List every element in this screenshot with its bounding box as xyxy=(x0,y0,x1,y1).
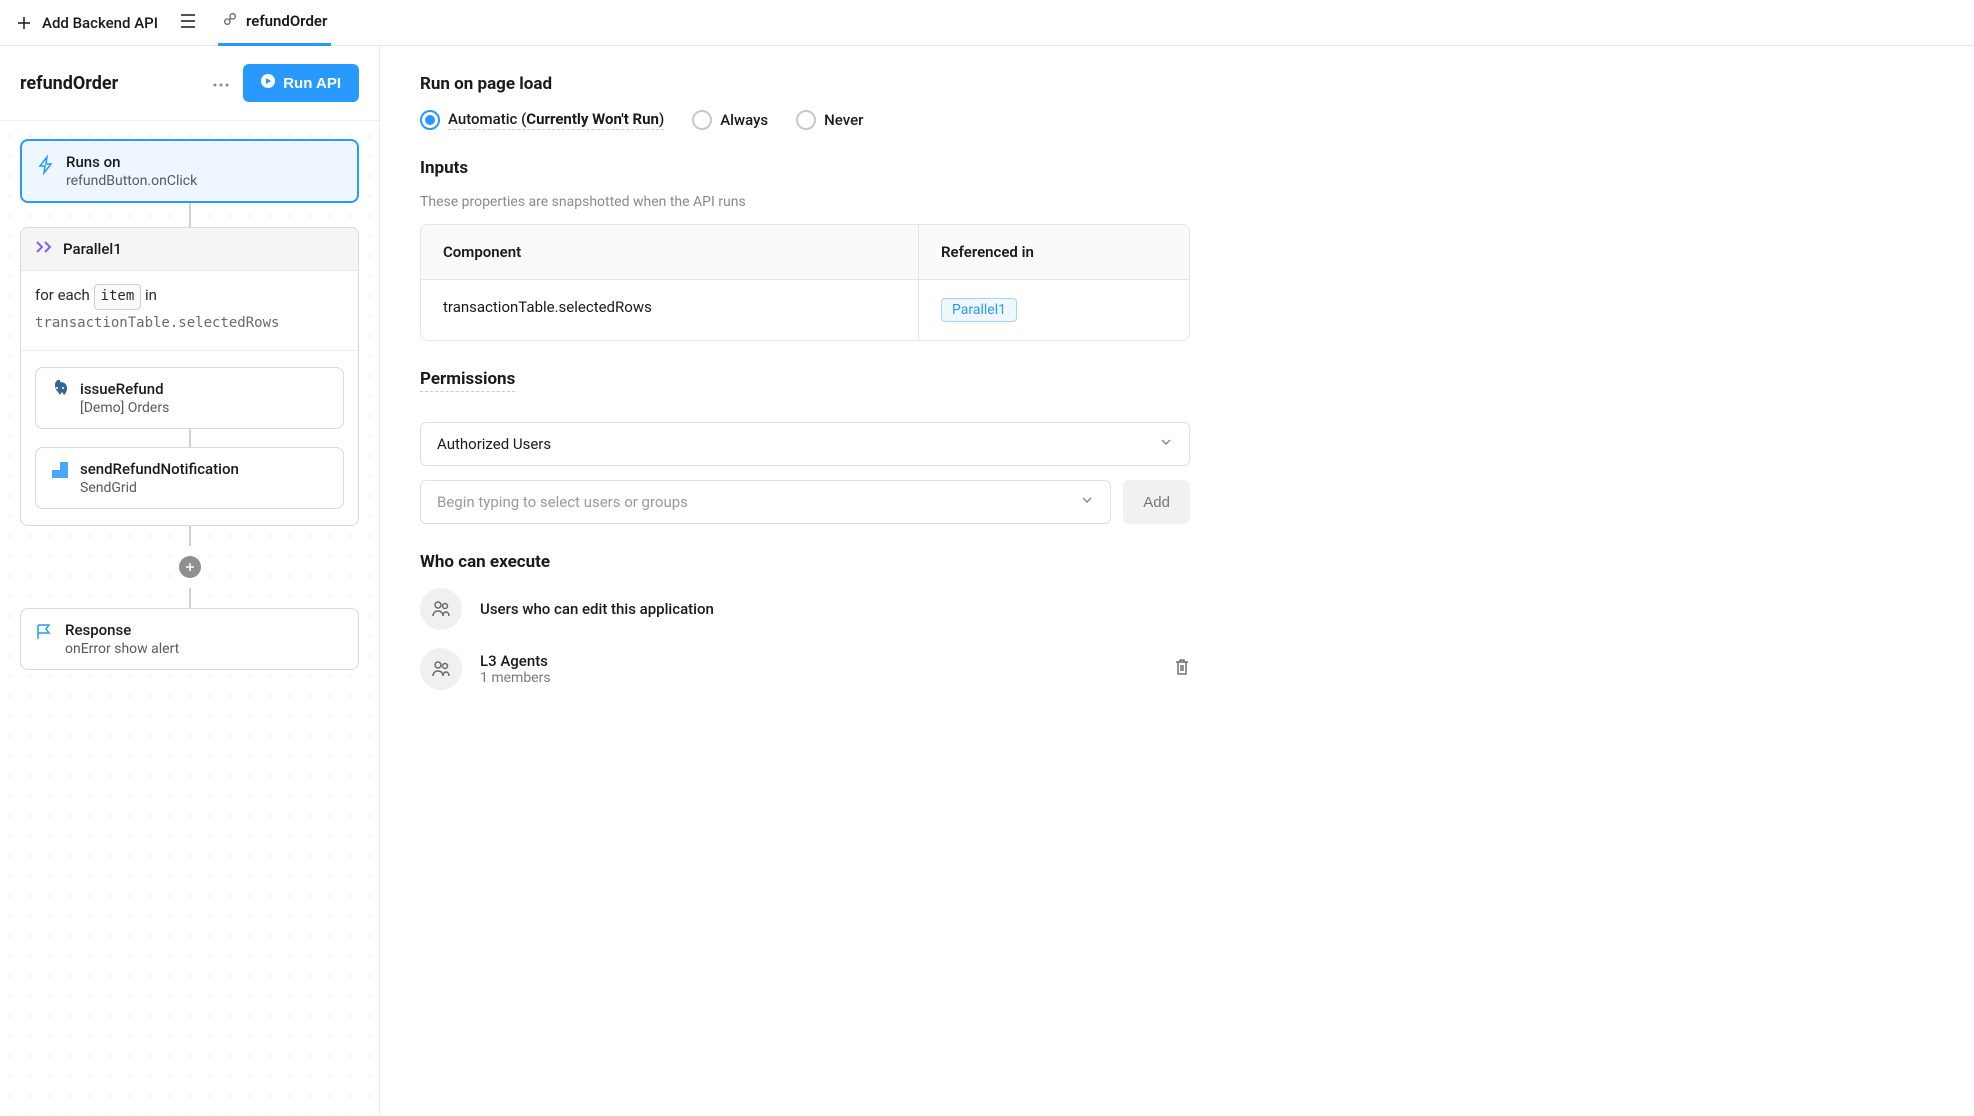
run-api-button[interactable]: Run API xyxy=(243,64,359,102)
api-title: refundOrder xyxy=(20,73,118,94)
radio-label: Always xyxy=(720,111,768,129)
exec-item-l3agents: L3 Agents 1 members xyxy=(420,648,1190,690)
foreach-item: item xyxy=(94,284,142,310)
table-row: transactionTable.selectedRows Parallel1 xyxy=(421,280,1189,340)
postgres-icon xyxy=(50,380,70,400)
radio-label: Never xyxy=(824,111,863,129)
step-issuerefund[interactable]: issueRefund [Demo] Orders xyxy=(35,367,344,429)
more-options-icon[interactable] xyxy=(209,71,233,95)
parallel-icon xyxy=(35,240,53,258)
radio-automatic[interactable]: Automatic (Currently Won't Run) xyxy=(420,110,664,130)
radio-input[interactable] xyxy=(420,110,440,130)
select-value: Authorized Users xyxy=(437,435,551,453)
sendgrid-icon xyxy=(50,460,70,480)
lightning-icon xyxy=(36,155,56,175)
exec-title: Users who can edit this application xyxy=(480,600,1190,618)
chevron-down-icon xyxy=(1159,435,1173,453)
response-title: Response xyxy=(65,621,179,639)
radio-label: Automatic (Currently Won't Run) xyxy=(448,110,664,130)
runs-on-block[interactable]: Runs on refundButton.onClick xyxy=(20,139,359,203)
add-step-button[interactable] xyxy=(179,556,201,578)
delete-icon[interactable] xyxy=(1174,658,1190,680)
who-execute-title: Who can execute xyxy=(420,552,1934,572)
step-sub: [Demo] Orders xyxy=(80,400,169,416)
chevron-down-icon xyxy=(1080,493,1094,511)
add-backend-api-button[interactable]: Add Backend API xyxy=(16,14,158,32)
th-component: Component xyxy=(421,225,919,279)
run-on-load-radios: Automatic (Currently Won't Run) Always N… xyxy=(420,110,1934,130)
foreach-expression: for each item in transactionTable.select… xyxy=(21,271,358,351)
play-icon xyxy=(261,74,275,92)
inputs-title: Inputs xyxy=(420,158,1934,178)
inputs-sub: These properties are snapshotted when th… xyxy=(420,194,1934,210)
permissions-title: Permissions xyxy=(420,369,515,392)
parallel-block[interactable]: Parallel1 for each item in transactionTa… xyxy=(20,227,359,526)
add-backend-label: Add Backend API xyxy=(42,14,158,32)
radio-always[interactable]: Always xyxy=(692,110,768,130)
add-button[interactable]: Add xyxy=(1123,480,1190,524)
foreach-code: transactionTable.selectedRows xyxy=(35,315,279,331)
exec-sub: 1 members xyxy=(480,670,1156,686)
run-api-label: Run API xyxy=(283,75,341,92)
inputs-table: Component Referenced in transactionTable… xyxy=(420,224,1190,341)
radio-input[interactable] xyxy=(692,110,712,130)
exec-title: L3 Agents xyxy=(480,652,1156,670)
reference-chip[interactable]: Parallel1 xyxy=(941,298,1017,322)
input-placeholder: Begin typing to select users or groups xyxy=(437,493,688,511)
td-referenced: Parallel1 xyxy=(919,280,1189,340)
connector xyxy=(189,429,191,447)
th-referenced: Referenced in xyxy=(919,225,1189,279)
parallel-title: Parallel1 xyxy=(63,240,122,258)
step-sub: SendGrid xyxy=(80,480,239,496)
runs-on-title: Runs on xyxy=(66,153,197,171)
users-icon xyxy=(420,588,462,630)
connector xyxy=(189,526,191,546)
connector xyxy=(189,203,191,227)
exec-item-editors: Users who can edit this application xyxy=(420,588,1190,630)
step-sendrefundnotification[interactable]: sendRefundNotification SendGrid xyxy=(35,447,344,509)
radio-never[interactable]: Never xyxy=(796,110,863,130)
users-groups-input[interactable]: Begin typing to select users or groups xyxy=(420,480,1111,524)
plug-icon xyxy=(222,11,238,31)
authorized-users-select[interactable]: Authorized Users xyxy=(420,422,1190,466)
response-sub: onError show alert xyxy=(65,641,179,657)
flag-icon xyxy=(35,623,55,643)
td-component: transactionTable.selectedRows xyxy=(421,280,919,340)
response-block[interactable]: Response onError show alert xyxy=(20,608,359,670)
plus-icon xyxy=(16,15,32,31)
menu-icon[interactable] xyxy=(176,10,200,36)
tab-refundorder[interactable]: refundOrder xyxy=(218,0,331,46)
run-on-load-title: Run on page load xyxy=(420,74,1934,94)
step-title: issueRefund xyxy=(80,380,169,398)
table-header: Component Referenced in xyxy=(421,225,1189,280)
users-icon xyxy=(420,648,462,690)
connector xyxy=(189,588,191,608)
runs-on-sub: refundButton.onClick xyxy=(66,173,197,189)
step-title: sendRefundNotification xyxy=(80,460,239,478)
radio-input[interactable] xyxy=(796,110,816,130)
tab-label: refundOrder xyxy=(246,12,327,30)
